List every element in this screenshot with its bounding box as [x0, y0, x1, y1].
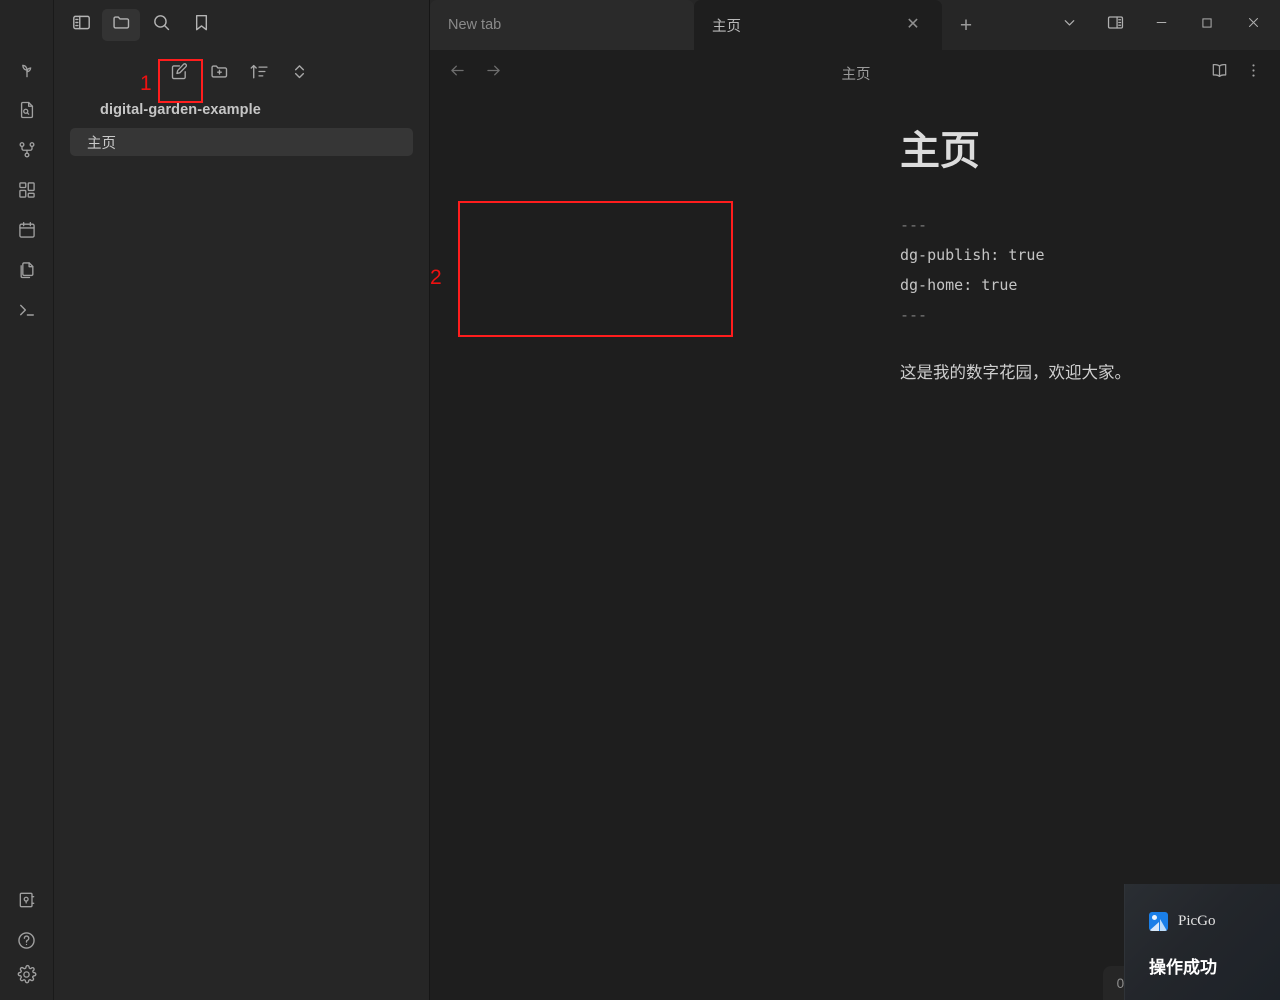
frontmatter-line: ---	[900, 300, 1162, 330]
files-tab-button[interactable]	[102, 9, 140, 41]
seedling-icon	[17, 60, 37, 80]
tab-zhuye[interactable]: 主页 ✕	[694, 0, 942, 50]
page-title: 主页	[900, 128, 1280, 174]
frontmatter-line: dg-home: true	[900, 270, 1162, 300]
chevron-down-icon	[1061, 14, 1078, 36]
new-folder-icon	[209, 61, 230, 87]
sort-icon	[249, 61, 270, 87]
forward-arrow-icon	[484, 61, 503, 85]
document-canvas[interactable]: 主页 --- dg-publish: true dg-home: true --…	[430, 96, 1280, 1000]
grid-icon	[17, 180, 37, 200]
rail-item-templates[interactable]	[0, 250, 54, 290]
tab-new-tab[interactable]: New tab	[430, 0, 694, 50]
maximize-button[interactable]	[1184, 0, 1230, 50]
toast-app-name: PicGo	[1178, 913, 1216, 930]
search-tab-button[interactable]	[142, 9, 180, 41]
search-icon	[151, 12, 172, 38]
file-item-label: 主页	[87, 132, 116, 153]
toggle-left-sidebar-button[interactable]	[62, 9, 100, 41]
close-window-button[interactable]	[1230, 0, 1276, 50]
toggle-right-sidebar-button[interactable]	[1092, 0, 1138, 50]
close-icon	[1246, 15, 1261, 35]
right-sidebar-icon	[1106, 13, 1125, 37]
view-header: 主页	[430, 50, 1280, 96]
left-icon-rail	[0, 0, 54, 1000]
tab-new-tab-label: New tab	[448, 17, 676, 33]
picgo-image-icon	[1149, 912, 1168, 931]
back-arrow-icon	[448, 61, 467, 85]
title-bar: New tab 主页 ✕ +	[430, 0, 1280, 50]
new-note-button[interactable]	[166, 61, 192, 87]
explorer-toolbar	[54, 50, 429, 98]
file-item-zhuye[interactable]: 主页	[70, 128, 413, 156]
picgo-notification-toast[interactable]: PicGo 操作成功	[1124, 884, 1280, 1000]
minimize-button[interactable]	[1138, 0, 1184, 50]
collapse-expand-all-button[interactable]	[286, 61, 312, 87]
maximize-icon	[1200, 16, 1214, 35]
tab-zhuye-label: 主页	[712, 15, 894, 36]
bookmarks-tab-button[interactable]	[182, 9, 220, 41]
graph-icon	[17, 140, 37, 160]
document-body-text: 这是我的数字花园，欢迎大家。	[900, 360, 1280, 386]
rail-item-file-search[interactable]	[0, 90, 54, 130]
explorer-tab-strip	[54, 0, 429, 50]
annotation-number-1: 1	[140, 72, 152, 96]
open-book-icon	[1210, 61, 1229, 85]
obsidian-window: digital-garden-example 主页 New tab 主页 ✕ +	[0, 0, 1280, 1000]
document-content: 主页 --- dg-publish: true dg-home: true --…	[430, 128, 1280, 386]
more-options-button[interactable]	[1240, 60, 1266, 86]
rail-item-vault-switcher[interactable]	[0, 880, 54, 920]
rail-item-settings[interactable]	[0, 960, 54, 1000]
titlebar-spacer	[990, 0, 1046, 50]
frontmatter-block[interactable]: --- dg-publish: true dg-home: true ---	[900, 208, 1162, 336]
chevrons-expand-icon	[289, 61, 310, 87]
close-icon[interactable]: ✕	[902, 14, 924, 36]
rail-item-terminal[interactable]	[0, 290, 54, 330]
new-tab-button[interactable]: +	[942, 0, 990, 50]
rail-item-help[interactable]	[0, 920, 54, 960]
question-circle-icon	[16, 930, 37, 951]
main-pane: New tab 主页 ✕ +	[430, 0, 1280, 1000]
file-explorer-pane: digital-garden-example 主页	[54, 0, 430, 1000]
document-search-icon	[17, 100, 37, 120]
vault-icon	[17, 890, 37, 910]
navigate-back-button[interactable]	[444, 60, 470, 86]
window-controls	[1046, 0, 1280, 50]
toast-message: 操作成功	[1149, 953, 1280, 978]
gear-icon	[16, 964, 37, 985]
vault-name: digital-garden-example	[54, 98, 429, 128]
annotation-number-2: 2	[430, 266, 442, 290]
frontmatter-line: ---	[900, 210, 1162, 240]
view-header-title: 主页	[506, 63, 1206, 84]
file-list: 主页	[54, 128, 429, 156]
reading-mode-button[interactable]	[1206, 60, 1232, 86]
rail-item-dashboard[interactable]	[0, 170, 54, 210]
sidebar-toggle-icon	[71, 12, 92, 38]
tab-strip: New tab 主页 ✕	[430, 0, 942, 50]
copy-files-icon	[17, 260, 37, 280]
view-header-nav	[444, 60, 506, 86]
change-sort-order-button[interactable]	[246, 61, 272, 87]
rail-item-graph[interactable]	[0, 130, 54, 170]
tab-list-dropdown-button[interactable]	[1046, 0, 1092, 50]
navigate-forward-button[interactable]	[480, 60, 506, 86]
view-header-actions	[1206, 60, 1266, 86]
rail-item-calendar[interactable]	[0, 210, 54, 250]
toast-header: PicGo	[1149, 912, 1280, 931]
vertical-dots-icon	[1244, 61, 1263, 85]
terminal-icon	[17, 300, 37, 320]
calendar-icon	[17, 220, 37, 240]
frontmatter-line: dg-publish: true	[900, 240, 1162, 270]
new-note-pencil-icon	[169, 61, 190, 87]
new-folder-button[interactable]	[206, 61, 232, 87]
rail-item-seedling[interactable]	[0, 50, 54, 90]
folder-icon	[111, 12, 132, 38]
bookmark-icon	[191, 12, 212, 38]
minimize-icon	[1154, 15, 1169, 35]
